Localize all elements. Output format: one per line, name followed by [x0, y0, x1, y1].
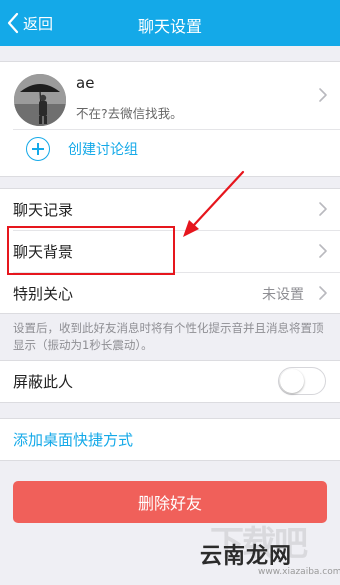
special-care-hint: 设置后，收到此好友消息时将有个性化提示音并且消息将置顶显示（振动为1秒长震动）。	[13, 321, 324, 352]
chevron-right-icon	[319, 202, 327, 216]
chevron-right-icon	[319, 88, 327, 102]
watermark-text: 云南龙网	[200, 544, 293, 569]
contact-status: 不在?去微信找我。	[76, 106, 183, 121]
block-label: 屏蔽此人	[13, 373, 74, 391]
highlight-box	[7, 226, 175, 275]
watermark: 下载吧 云南龙网 www.xiazaiba.com	[200, 520, 340, 582]
create-group-row[interactable]	[0, 130, 340, 176]
contact-name: ae	[76, 74, 95, 92]
chat-history-row[interactable]: 聊天记录	[0, 189, 340, 230]
chevron-right-icon	[319, 244, 327, 258]
special-care-value: 未设置	[262, 286, 304, 303]
add-shortcut-label: 添加桌面快捷方式	[13, 431, 134, 449]
page-title: 聊天设置	[137, 17, 202, 36]
add-circle-icon	[26, 137, 50, 161]
special-care-label: 特别关心	[13, 285, 74, 303]
watermark-url: www.xiazaiba.com	[258, 567, 340, 577]
chat-history-label: 聊天记录	[13, 201, 74, 219]
chevron-right-icon	[319, 286, 327, 300]
block-toggle[interactable]	[278, 367, 326, 395]
special-care-row[interactable]: 特别关心 未设置	[0, 273, 340, 314]
create-group-label: 创建讨论组	[68, 142, 138, 158]
avatar[interactable]	[14, 74, 66, 126]
toggle-knob	[280, 369, 304, 393]
add-shortcut-row[interactable]: 添加桌面快捷方式	[0, 419, 340, 460]
nav-bar: 返回 聊天设置	[0, 0, 340, 46]
avatar-photo	[14, 74, 66, 126]
